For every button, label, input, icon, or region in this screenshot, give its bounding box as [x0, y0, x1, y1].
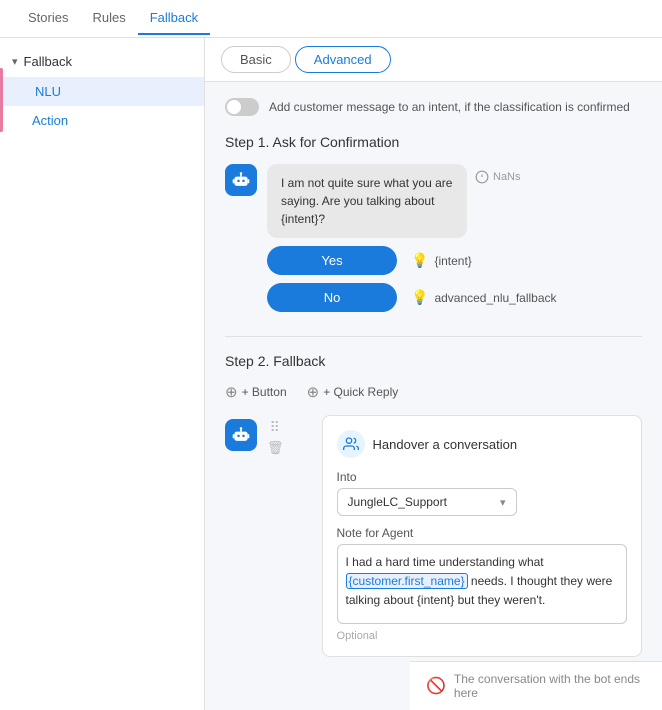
plus-icon-quickreply: ⊕ — [307, 383, 320, 401]
note-text-before: I had a hard time understanding what — [346, 555, 544, 569]
sidebar-fallback-section[interactable]: ▾ Fallback — [0, 46, 204, 77]
nans-area: NaNs — [475, 170, 521, 184]
add-to-intent-toggle[interactable] — [225, 98, 259, 116]
no-button[interactable]: No — [267, 283, 397, 312]
step1-message-block: I am not quite sure what you are saying.… — [225, 164, 642, 238]
bulb-icon-no: 💡 — [411, 289, 428, 306]
into-field-group: Into JungleLC_Support ▾ — [337, 470, 627, 516]
bottom-text: The conversation with the bot ends here — [454, 672, 646, 700]
step1-bubble-area: I am not quite sure what you are saying.… — [267, 164, 642, 238]
add-row: ⊕ + Button ⊕ + Quick Reply — [225, 383, 642, 401]
bot-icon-1 — [231, 170, 251, 190]
bot-avatar-2 — [225, 419, 257, 451]
step1-message-bubble: I am not quite sure what you are saying.… — [267, 164, 467, 238]
sidebar-section-label: Fallback — [24, 54, 72, 69]
nans-label: NaNs — [493, 171, 521, 183]
card-controls: ⠿ 🗑 — [267, 419, 284, 456]
step2-section: Step 2. Fallback ⊕ + Button ⊕ + Quick Re… — [225, 336, 642, 657]
optional-label: Optional — [337, 630, 627, 642]
action-card-title: Handover a conversation — [373, 437, 518, 452]
no-intent: 💡 advanced_nlu_fallback — [411, 289, 557, 306]
yes-intent: 💡 {intent} — [411, 252, 472, 269]
bot-icon-2 — [231, 425, 251, 445]
nav-stories[interactable]: Stories — [16, 2, 80, 35]
handover-svg — [343, 436, 359, 452]
plus-icon-button: ⊕ — [225, 383, 238, 401]
action-card: Handover a conversation Into JungleLC_Su… — [322, 415, 642, 657]
card-wrapper: ⠿ 🗑 — [225, 415, 642, 657]
note-field-group: Note for Agent I had a hard time underst… — [337, 526, 627, 642]
yes-response-row: Yes 💡 {intent} — [267, 246, 642, 275]
nans-icon — [475, 170, 489, 184]
step1-section: Step 1. Ask for Confirmation — [225, 134, 642, 312]
button-label: + Button — [242, 385, 287, 399]
into-select-value: JungleLC_Support — [348, 495, 447, 509]
select-arrow-icon: ▾ — [500, 496, 506, 509]
bottom-bar: 🚫 The conversation with the bot ends her… — [410, 661, 662, 710]
toggle-row: Add customer message to an intent, if th… — [225, 98, 642, 116]
note-label: Note for Agent — [337, 526, 627, 540]
bulb-icon-yes: 💡 — [411, 252, 428, 269]
chevron-icon: ▾ — [12, 55, 18, 68]
top-navigation: Stories Rules Fallback — [0, 0, 662, 38]
no-response-row: No 💡 advanced_nlu_fallback — [267, 283, 642, 312]
yes-button[interactable]: Yes — [267, 246, 397, 275]
toggle-knob — [227, 100, 241, 114]
add-quick-reply-btn[interactable]: ⊕ + Quick Reply — [307, 383, 399, 401]
quick-reply-label: + Quick Reply — [323, 385, 398, 399]
content-area: Basic Advanced Add customer message to a… — [205, 38, 662, 710]
nav-rules[interactable]: Rules — [80, 2, 137, 35]
into-label: Into — [337, 470, 627, 484]
step1-heading: Step 1. Ask for Confirmation — [225, 134, 642, 150]
note-highlight: {customer.first_name} — [346, 573, 468, 589]
step2-heading: Step 2. Fallback — [225, 353, 642, 369]
drag-handle-icon[interactable]: ⠿ — [270, 419, 281, 436]
handover-icon — [337, 430, 365, 458]
into-select[interactable]: JungleLC_Support ▾ — [337, 488, 517, 516]
delete-icon[interactable]: 🗑 — [267, 440, 284, 456]
tab-advanced[interactable]: Advanced — [295, 46, 391, 73]
yes-intent-label: {intent} — [434, 254, 471, 268]
add-button-btn[interactable]: ⊕ + Button — [225, 383, 287, 401]
tab-basic[interactable]: Basic — [221, 46, 291, 73]
sidebar-item-action[interactable]: Action — [0, 106, 204, 135]
sidebar: ▾ Fallback NLU Action — [0, 38, 205, 710]
action-card-header: Handover a conversation — [337, 430, 627, 458]
bot-avatar-1 — [225, 164, 257, 196]
sidebar-accent — [0, 68, 3, 132]
step1-message-text: I am not quite sure what you are saying.… — [281, 176, 452, 226]
toggle-label: Add customer message to an intent, if th… — [269, 100, 630, 114]
nav-fallback[interactable]: Fallback — [138, 2, 210, 35]
sidebar-item-nlu[interactable]: NLU — [0, 77, 204, 106]
note-textarea[interactable]: I had a hard time understanding what {cu… — [337, 544, 627, 624]
content-inner: Add customer message to an intent, if th… — [205, 82, 662, 673]
tab-bar: Basic Advanced — [205, 38, 662, 82]
ban-icon: 🚫 — [426, 676, 446, 696]
no-intent-label: advanced_nlu_fallback — [434, 291, 556, 305]
